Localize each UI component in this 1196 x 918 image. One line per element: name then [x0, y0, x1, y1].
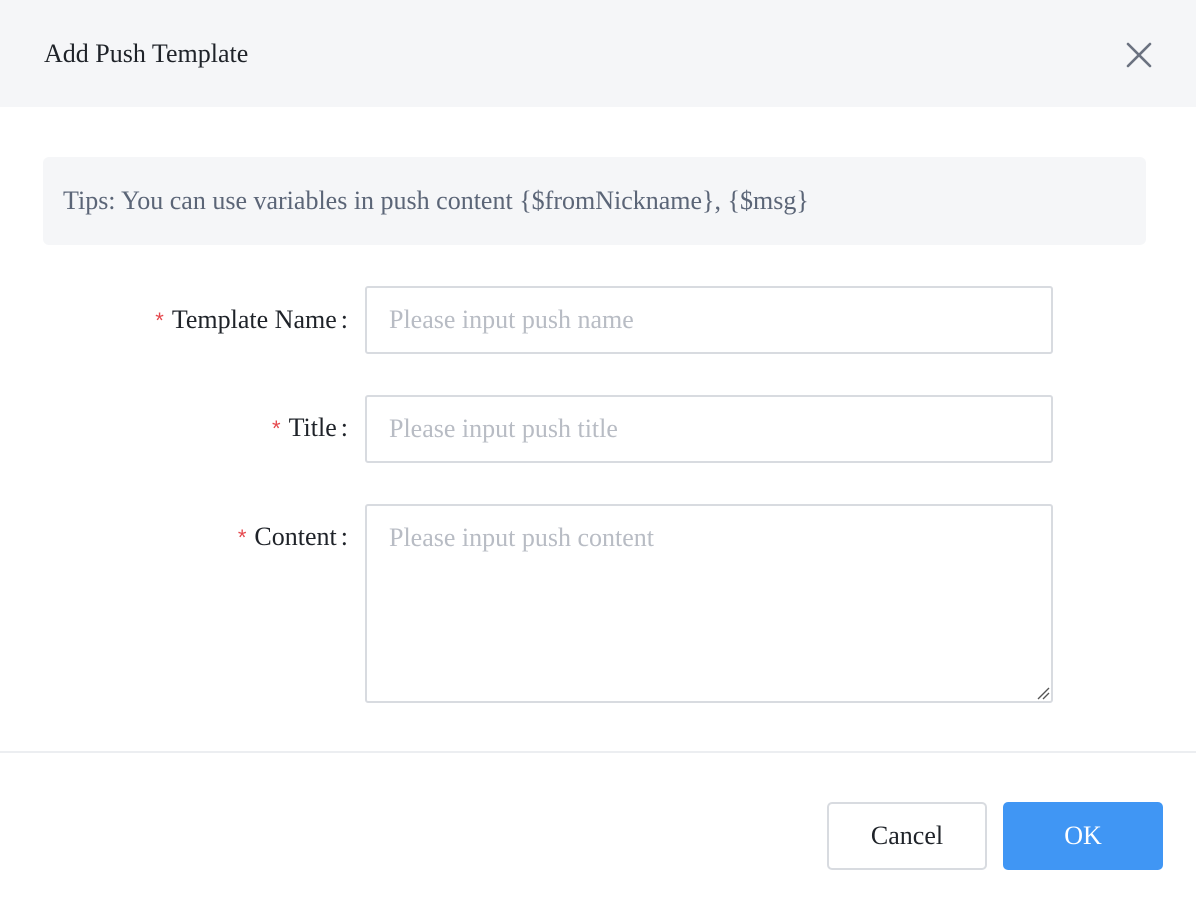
add-push-template-dialog: Add Push Template Tips: You can use vari…	[0, 0, 1196, 918]
ok-button[interactable]: OK	[1003, 802, 1163, 870]
required-mark: *	[237, 525, 247, 550]
required-mark: *	[155, 308, 164, 333]
template-name-input[interactable]	[365, 286, 1053, 354]
title-input[interactable]	[365, 395, 1053, 463]
title-label: * Title:	[272, 410, 348, 447]
cancel-button[interactable]: Cancel	[827, 802, 987, 870]
title-label-text: Title	[288, 413, 337, 442]
required-mark: *	[272, 416, 281, 441]
tips-panel: Tips: You can use variables in push cont…	[43, 157, 1146, 245]
close-icon	[1126, 42, 1152, 68]
footer-divider	[0, 751, 1196, 753]
content-textarea[interactable]	[365, 504, 1053, 703]
content-label: * Content:	[238, 519, 348, 556]
dialog-header: Add Push Template	[0, 0, 1196, 107]
close-button[interactable]	[1118, 34, 1160, 76]
label-colon: :	[340, 522, 348, 551]
tips-text: Tips: You can use variables in push cont…	[63, 186, 809, 215]
label-colon: :	[340, 413, 348, 442]
content-label-text: Content	[254, 522, 337, 551]
template-name-label-text: Template Name	[171, 305, 337, 334]
template-name-label: * Template Name:	[155, 302, 348, 339]
dialog-title: Add Push Template	[44, 39, 249, 68]
label-colon: :	[340, 305, 348, 334]
resize-handle-icon[interactable]	[1036, 686, 1050, 700]
